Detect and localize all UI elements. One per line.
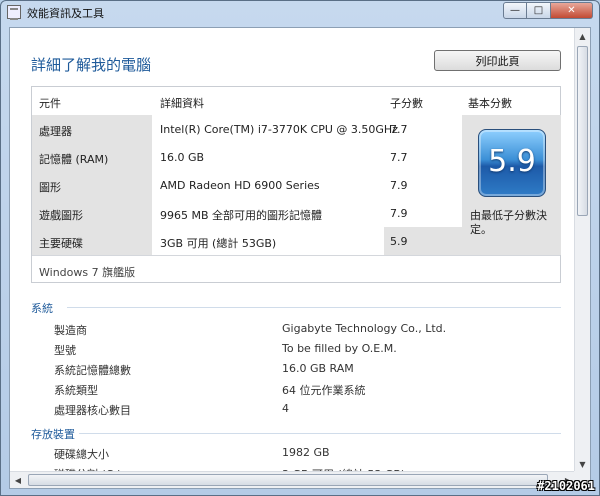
horizontal-scroll-thumb[interactable] [28,474,548,486]
scroll-up-icon[interactable]: ▲ [575,28,590,44]
storage-value: 1982 GB [282,446,330,459]
scroll-down-icon[interactable]: ▼ [575,456,590,472]
score-row-gaming-graphics: 遊戲圖形 9965 MB 全部可用的圖形記憶體 7.9 [32,199,462,227]
vertical-scroll-thumb[interactable] [577,46,588,216]
system-label: 型號 [54,344,76,357]
system-value: To be filled by O.E.M. [282,342,397,355]
row-details: 16.0 GB [160,151,205,164]
score-row-ram: 記憶體 (RAM) 16.0 GB 7.7 [32,143,462,171]
score-row-disk: 主要硬碟 3GB 可用 (總計 53GB) 5.9 [32,227,462,255]
system-value: 64 位元作業系統 [282,384,366,397]
section-title-storage: 存放裝置 [31,428,75,441]
row-component: 記憶體 (RAM) [32,143,152,171]
row-component: 主要硬碟 [32,227,152,255]
row-subscore: 7.7 [390,151,408,164]
system-value: Gigabyte Technology Co., Ltd. [282,322,447,335]
window-controls: — □ ✕ [503,2,593,19]
score-table: 元件 詳細資料 子分數 基本分數 處理器 Intel(R) Core(TM) i… [31,86,561,283]
header-subscore: 子分數 [390,97,423,110]
watermark: #2102061 [537,479,595,493]
maximize-icon: □ [533,5,544,16]
header-details: 詳細資料 [160,97,204,110]
vertical-scrollbar[interactable]: ▲ ▼ [574,28,590,472]
window-title: 效能資訊及工具 [27,7,104,20]
print-page-button[interactable]: 列印此頁 [434,50,561,71]
close-button[interactable]: ✕ [551,2,593,19]
system-value: 16.0 GB RAM [282,362,354,375]
row-subscore: 7.7 [390,123,408,136]
base-score-panel: 5.9 由最低子分數決定。 [462,115,561,255]
system-label: 處理器核心數目 [54,404,131,417]
page-title: 詳細了解我的電腦 [31,56,152,74]
row-component: 遊戲圖形 [32,199,152,227]
system-label: 系統記憶體總數 [54,364,131,377]
row-subscore: 7.9 [390,179,408,192]
row-subscore: 7.9 [390,207,408,220]
row-details: 3GB 可用 (總計 53GB) [160,237,277,250]
row-details: Intel(R) Core(TM) i7-3770K CPU @ 3.50GHz [160,123,398,136]
row-component: 處理器 [32,115,152,143]
maximize-button[interactable]: □ [527,2,551,19]
score-row-graphics: 圖形 AMD Radeon HD 6900 Series 7.9 [32,171,462,199]
system-label: 製造商 [54,324,87,337]
title-bar[interactable]: 效能資訊及工具 — □ ✕ [1,1,599,23]
row-details: AMD Radeon HD 6900 Series [160,179,320,192]
minimize-button[interactable]: — [503,2,527,19]
row-subscore: 5.9 [390,235,408,248]
section-divider [79,433,561,434]
header-base-score: 基本分數 [468,97,512,110]
app-icon [7,5,21,20]
score-row-cpu: 處理器 Intel(R) Core(TM) i7-3770K CPU @ 3.5… [32,115,462,143]
windows-edition: Windows 7 旗艦版 [32,255,560,283]
minimize-icon: — [510,5,520,16]
storage-label: 硬碟總大小 [54,448,109,461]
row-details: 9965 MB 全部可用的圖形記憶體 [160,209,323,222]
row-component: 圖形 [32,171,152,199]
system-value: 4 [282,402,289,415]
close-icon: ✕ [567,5,576,16]
base-score-value: 5.9 [488,144,536,179]
system-label: 系統類型 [54,384,98,397]
content-area: 詳細了解我的電腦 列印此頁 元件 詳細資料 子分數 基本分數 處理器 Intel… [9,27,591,489]
horizontal-scrollbar[interactable]: ◀ ▶ [10,471,576,488]
section-divider [67,307,561,308]
app-window: 效能資訊及工具 — □ ✕ 詳細了解我的電腦 列印此頁 元件 詳細資料 子分數 … [0,0,600,496]
header-component: 元件 [39,97,61,110]
base-score-badge: 5.9 [478,129,546,197]
section-title-system: 系統 [31,302,53,315]
scroll-left-icon[interactable]: ◀ [10,472,26,488]
base-score-note: 由最低子分數決定。 [470,209,547,236]
